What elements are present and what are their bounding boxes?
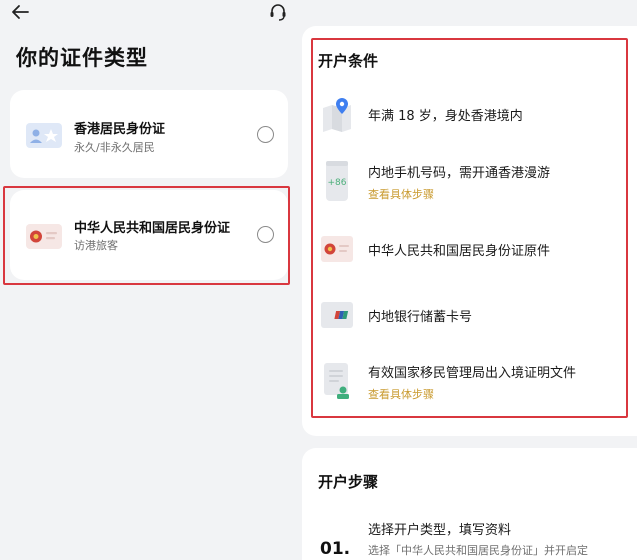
- back-arrow-icon[interactable]: [10, 2, 30, 22]
- radio-button[interactable]: [257, 126, 274, 143]
- condition-text: 年满 18 岁，身处香港境内: [368, 109, 523, 124]
- svg-text:+86: +86: [328, 178, 347, 188]
- condition-text: 内地银行储蓄卡号: [368, 310, 473, 325]
- document-stamp-icon: [321, 363, 353, 401]
- id-option-subtitle: 永久/非永久居民: [74, 141, 155, 154]
- prc-id-card-icon: [26, 224, 62, 249]
- hk-id-card-icon: [26, 123, 62, 148]
- prc-id-card-icon: [321, 236, 353, 262]
- page-title: 你的证件类型: [16, 46, 148, 70]
- id-option-title: 中华人民共和国居民身份证: [74, 221, 231, 236]
- id-option-subtitle: 访港旅客: [74, 239, 118, 252]
- condition-text: 中华人民共和国居民身份证原件: [368, 244, 551, 259]
- map-pin-icon: [321, 96, 353, 132]
- view-steps-link[interactable]: 查看具体步骤: [368, 186, 434, 202]
- radio-button[interactable]: [257, 226, 274, 243]
- view-steps-link[interactable]: 查看具体步骤: [368, 386, 434, 402]
- condition-text: 内地手机号码，需开通香港漫游: [368, 166, 551, 181]
- step-title: 选择开户类型，填写资料: [368, 523, 512, 538]
- step-description: 选择「中华人民共和国居民身份证」并开启定: [368, 544, 588, 557]
- condition-text: 有效国家移民管理局出入境证明文件: [368, 366, 577, 381]
- id-option-title: 香港居民身份证: [74, 122, 166, 137]
- id-option-prc[interactable]: 中华人民共和国居民身份证 访港旅客: [10, 190, 288, 280]
- phone-plus86-icon: +86: [321, 160, 353, 202]
- bank-card-icon: [321, 302, 353, 328]
- steps-title: 开户步骤: [318, 473, 379, 491]
- step-number: 01.: [320, 539, 351, 559]
- conditions-title: 开户条件: [318, 52, 379, 70]
- id-option-hk[interactable]: 香港居民身份证 永久/非永久居民: [10, 90, 288, 178]
- headset-icon[interactable]: [268, 2, 288, 22]
- left-column: 你的证件类型 香港居民身份证 永久/非永久居民 中华人民共和国居民身份证 访港旅…: [0, 0, 300, 560]
